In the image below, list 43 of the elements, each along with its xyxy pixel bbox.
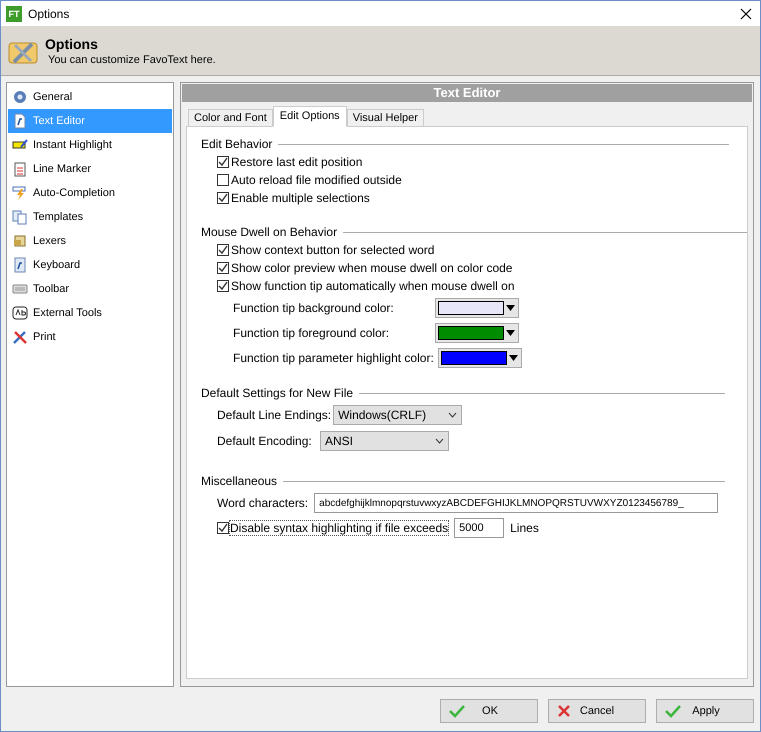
header-subtitle: You can customize FavoText here. bbox=[47, 54, 216, 66]
tab[interactable]: Edit Options bbox=[272, 106, 347, 127]
category-item[interactable]: Print bbox=[8, 325, 172, 349]
checkbox-label: Disable syntax highlighting if file exceeds bbox=[230, 521, 448, 535]
category-item[interactable]: Auto-Completion bbox=[8, 181, 172, 205]
group-title: Miscellaneous bbox=[201, 474, 278, 488]
category-item[interactable]: Toolbar bbox=[8, 277, 172, 301]
input-field[interactable]: abcdefghijklmnopqrstuvwxyzABCDEFGHIJKLMNOPQRSTUVWXYZ0123456789_ bbox=[314, 493, 718, 513]
category-item[interactable]: Lexers bbox=[8, 229, 172, 253]
field-label: Default Line Endings: bbox=[217, 408, 332, 422]
dropdown[interactable]: ANSI bbox=[320, 431, 449, 451]
checkbox-label: Show function tip automatically when mouse dwell on bbox=[231, 279, 514, 293]
tab[interactable]: Visual Helper bbox=[346, 109, 424, 127]
checkbox-label: Auto reload file modified outside bbox=[231, 173, 402, 187]
app-logo: FT bbox=[6, 6, 22, 22]
checkbox-label: Show color preview when mouse dwell on color code bbox=[231, 261, 512, 275]
dialog-button[interactable]: OK bbox=[440, 699, 538, 723]
field-label: Default Encoding: bbox=[217, 434, 313, 448]
input-field[interactable]: 5000 bbox=[454, 518, 504, 538]
category-item[interactable]: Line Marker bbox=[8, 157, 172, 181]
group-title: Mouse Dwell on Behavior bbox=[201, 225, 338, 239]
window-title: Options bbox=[28, 6, 70, 20]
group-title: Edit Behavior bbox=[201, 137, 272, 151]
dialog-button[interactable]: Cancel bbox=[548, 699, 646, 723]
dialog-button[interactable]: Apply bbox=[656, 699, 754, 723]
category-item[interactable]: External Tools bbox=[8, 301, 172, 325]
checkbox-label: Restore last edit position bbox=[231, 155, 362, 169]
field-label: Function tip foreground color: bbox=[233, 326, 390, 340]
dropdown[interactable]: Windows(CRLF) bbox=[333, 405, 462, 425]
tab[interactable]: Color and Font bbox=[188, 109, 273, 127]
checkbox-label: Enable multiple selections bbox=[231, 191, 370, 205]
unit-label: Lines bbox=[510, 521, 539, 535]
category-item[interactable]: Instant Highlight bbox=[8, 133, 172, 157]
field-label: Function tip parameter highlight color: bbox=[233, 350, 434, 364]
group-title: Default Settings for New File bbox=[201, 386, 354, 400]
field-label: Function tip background color: bbox=[233, 300, 395, 314]
category-item[interactable]: General bbox=[8, 85, 172, 109]
category-item[interactable]: Keyboard bbox=[8, 253, 172, 277]
header-title: Options bbox=[45, 36, 99, 52]
field-label: Word characters: bbox=[217, 496, 308, 510]
category-item[interactable]: Templates bbox=[8, 205, 172, 229]
panel-title: Text Editor bbox=[182, 84, 752, 102]
checkbox-label: Show context button for selected word bbox=[231, 243, 434, 257]
